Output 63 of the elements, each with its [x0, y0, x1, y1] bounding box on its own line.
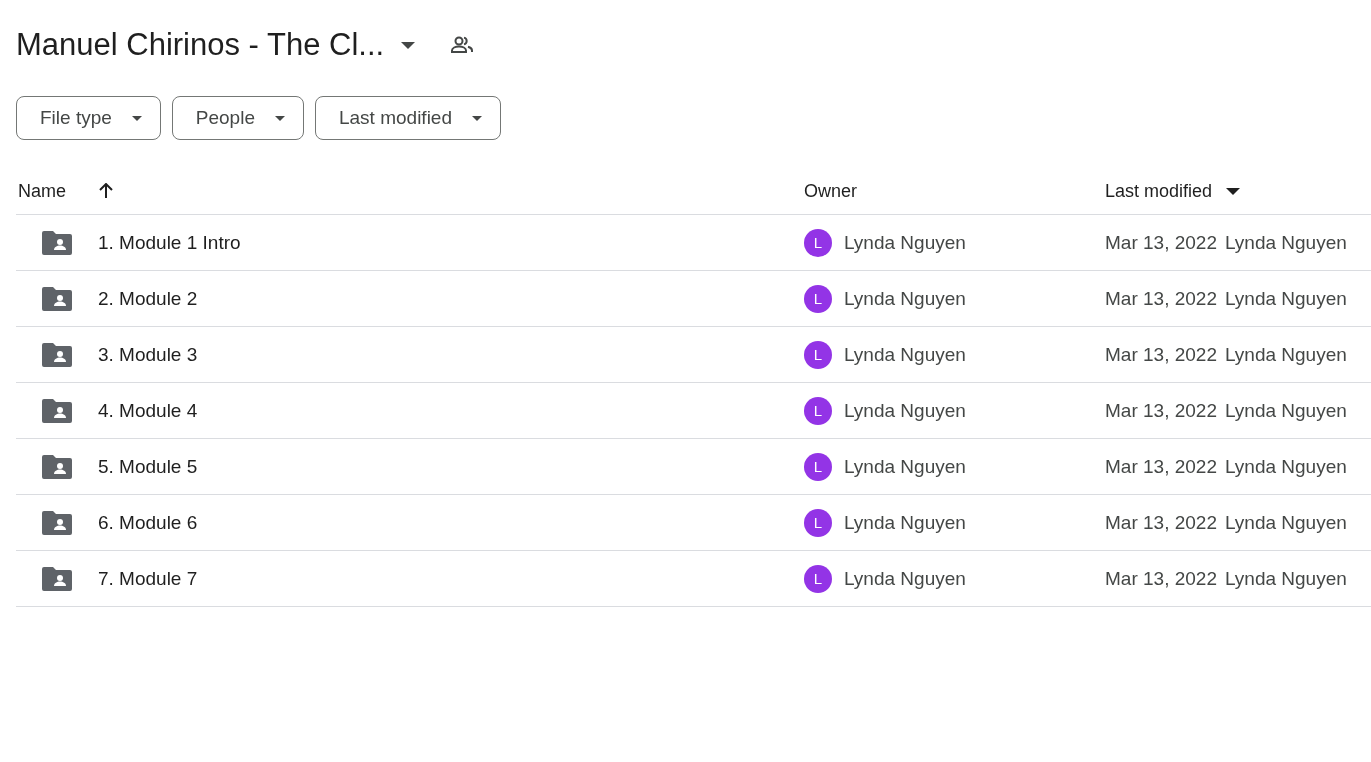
file-row[interactable]: 6. Module 6 L Lynda Nguyen Mar 13, 2022 Lynda Nguyen [16, 495, 1371, 551]
arrow-up-icon[interactable] [98, 183, 114, 199]
file-name: 5. Module 5 [98, 455, 198, 478]
modified-by: Lynda Nguyen [1224, 399, 1347, 422]
avatar-icon: L [804, 452, 832, 481]
owner-name: Lynda Nguyen [844, 399, 966, 422]
filter-chip[interactable]: Last modified [315, 96, 501, 140]
caret-icon [131, 115, 142, 121]
modified-date: Mar 13, 2022 [1105, 231, 1217, 254]
avatar-icon: L [804, 340, 832, 369]
caret-icon [275, 115, 285, 121]
modified-date: Mar 13, 2022 [1105, 567, 1217, 590]
column-header[interactable]: Owner [804, 180, 857, 202]
caret-icon [472, 115, 482, 121]
people-icon [451, 36, 474, 54]
modified-by: Lynda Nguyen [1224, 343, 1347, 366]
filter-chip[interactable]: People [171, 96, 304, 140]
modified-date: Mar 13, 2022 [1105, 455, 1217, 478]
modified-date: Mar 13, 2022 [1105, 343, 1217, 366]
modified-date: Mar 13, 2022 [1105, 511, 1217, 534]
shared-folder-icon [42, 342, 72, 367]
file-row[interactable]: 7. Module 7 L Lynda Nguyen Mar 13, 2022 Lynda Nguyen [16, 551, 1371, 607]
owner-name: Lynda Nguyen [844, 287, 966, 310]
shared-folder-icon [42, 286, 72, 311]
file-name: 6. Module 6 [98, 511, 198, 534]
modified-by: Lynda Nguyen [1224, 231, 1347, 254]
folder-title[interactable]: Manuel Chirinos - The Cl... [16, 27, 385, 63]
owner-name: Lynda Nguyen [844, 343, 966, 366]
file-name: 3. Module 3 [98, 343, 198, 366]
column-header[interactable]: Name [18, 180, 66, 202]
shared-folder-icon [42, 566, 72, 591]
file-row[interactable]: 1. Module 1 Intro L Lynda Nguyen Mar 13, 2022 Lynda Nguyen [16, 215, 1371, 271]
avatar-icon: L [804, 228, 832, 257]
file-name: 4. Module 4 [98, 399, 198, 422]
owner-name: Lynda Nguyen [844, 567, 966, 590]
filter-chip[interactable]: File type [16, 96, 161, 140]
shared-folder-icon [42, 398, 72, 423]
avatar-icon: L [804, 284, 832, 313]
column-header[interactable]: Last modified [1105, 180, 1213, 202]
shared-folder-icon [42, 230, 72, 255]
file-name: 2. Module 2 [98, 287, 198, 310]
avatar-icon: L [804, 508, 832, 537]
modified-by: Lynda Nguyen [1224, 287, 1347, 310]
file-name: 1. Module 1 Intro [98, 231, 241, 254]
file-row[interactable]: 5. Module 5 L Lynda Nguyen Mar 13, 2022 Lynda Nguyen [16, 439, 1371, 495]
modified-date: Mar 13, 2022 [1105, 399, 1217, 422]
owner-name: Lynda Nguyen [844, 231, 966, 254]
owner-name: Lynda Nguyen [844, 511, 966, 534]
modified-by: Lynda Nguyen [1224, 567, 1347, 590]
owner-name: Lynda Nguyen [844, 455, 966, 478]
caret-icon [401, 41, 416, 49]
avatar-icon: L [804, 396, 832, 425]
modified-by: Lynda Nguyen [1224, 455, 1347, 478]
modified-date: Mar 13, 2022 [1105, 287, 1217, 310]
caret-icon [1226, 187, 1241, 195]
file-row[interactable]: 2. Module 2 L Lynda Nguyen Mar 13, 2022 Lynda Nguyen [16, 271, 1371, 327]
file-name: 7. Module 7 [98, 567, 198, 590]
shared-folder-icon [42, 510, 72, 535]
file-row[interactable]: 4. Module 4 L Lynda Nguyen Mar 13, 2022 Lynda Nguyen [16, 383, 1371, 439]
avatar-icon: L [804, 564, 832, 593]
file-row[interactable]: 3. Module 3 L Lynda Nguyen Mar 13, 2022 Lynda Nguyen [16, 327, 1371, 383]
shared-folder-icon [42, 454, 72, 479]
modified-by: Lynda Nguyen [1224, 511, 1347, 534]
